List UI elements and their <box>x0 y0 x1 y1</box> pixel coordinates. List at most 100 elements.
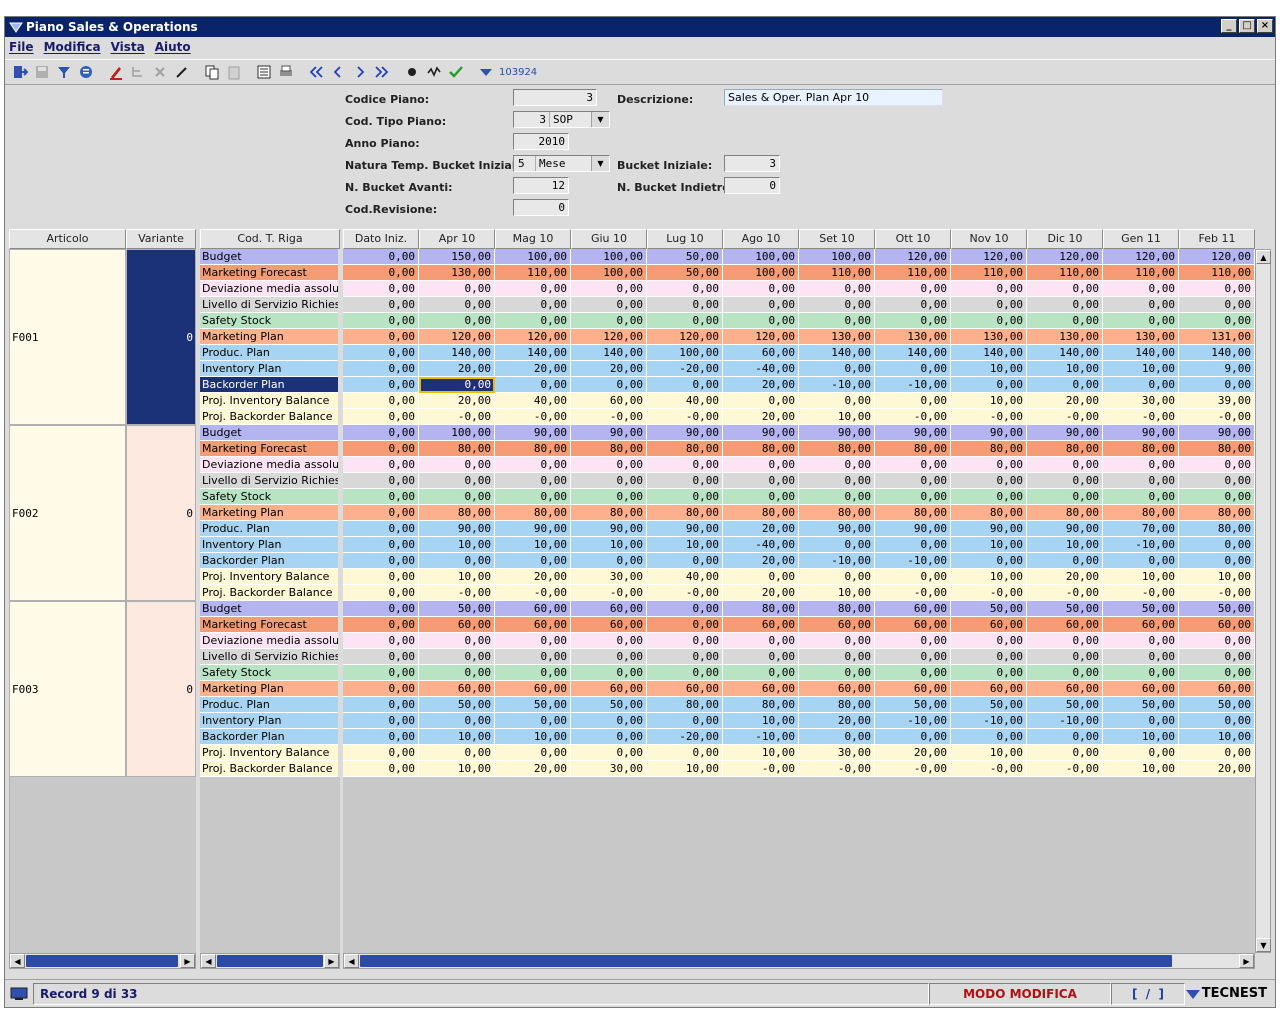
chevron-down-icon[interactable]: ▼ <box>591 156 609 171</box>
table-cell[interactable]: -0,00 <box>647 585 723 601</box>
row-label[interactable]: Deviazione media assoluta <box>200 633 338 649</box>
table-cell[interactable]: 20,00 <box>571 361 647 377</box>
table-cell[interactable]: 90,00 <box>495 425 571 441</box>
table-cell[interactable]: 10,00 <box>723 713 799 729</box>
table-cell[interactable]: 80,00 <box>875 441 951 457</box>
table-cell[interactable]: 0,00 <box>647 665 723 681</box>
table-cell[interactable]: 0,00 <box>1179 281 1255 297</box>
table-cell[interactable]: 0,00 <box>419 313 495 329</box>
table-cell[interactable]: 0,00 <box>571 297 647 313</box>
table-cell[interactable]: 0,00 <box>723 393 799 409</box>
row-label[interactable]: Produc. Plan <box>200 345 338 361</box>
table-cell[interactable]: 0,00 <box>343 681 419 697</box>
table-cell[interactable]: 10,00 <box>951 537 1027 553</box>
table-cell[interactable]: 10,00 <box>1103 569 1179 585</box>
table-cell[interactable]: 0,00 <box>799 361 875 377</box>
table-cell[interactable]: 0,00 <box>1179 649 1255 665</box>
table-cell[interactable]: 80,00 <box>647 441 723 457</box>
table-cell[interactable]: 0,00 <box>343 409 419 425</box>
table-cell[interactable]: 0,00 <box>1103 489 1179 505</box>
table-cell[interactable]: 100,00 <box>723 265 799 281</box>
table-cell[interactable]: 0,00 <box>951 649 1027 665</box>
row-label[interactable]: Produc. Plan <box>200 697 338 713</box>
table-cell[interactable]: 0,00 <box>495 489 571 505</box>
table-cell[interactable]: 60,00 <box>723 345 799 361</box>
table-cell[interactable]: 60,00 <box>875 601 951 617</box>
table-cell[interactable]: 60,00 <box>951 681 1027 697</box>
table-cell[interactable]: 0,00 <box>419 553 495 569</box>
first-record-icon[interactable] <box>305 61 327 83</box>
table-cell[interactable]: 0,00 <box>1027 457 1103 473</box>
scroll-thumb[interactable] <box>26 955 178 967</box>
table-cell[interactable]: 130,00 <box>1027 329 1103 345</box>
table-cell[interactable]: 0,00 <box>343 729 419 745</box>
table-cell[interactable]: 50,00 <box>1103 697 1179 713</box>
table-cell[interactable]: 0,00 <box>1179 665 1255 681</box>
table-cell[interactable]: 120,00 <box>875 249 951 265</box>
table-cell[interactable]: 0,00 <box>647 601 723 617</box>
table-cell[interactable]: 0,00 <box>723 457 799 473</box>
table-cell[interactable]: 0,00 <box>951 489 1027 505</box>
table-cell[interactable]: 10,00 <box>951 393 1027 409</box>
table-cell[interactable]: 40,00 <box>647 393 723 409</box>
table-cell[interactable]: 80,00 <box>419 441 495 457</box>
table-cell[interactable]: 60,00 <box>571 393 647 409</box>
row-label[interactable]: Proj. Backorder Balance <box>200 409 338 425</box>
table-cell[interactable]: 0,00 <box>1027 473 1103 489</box>
table-cell[interactable]: 0,00 <box>343 745 419 761</box>
table-cell[interactable]: 0,00 <box>875 537 951 553</box>
table-cell[interactable]: 0,00 <box>495 553 571 569</box>
table-cell[interactable]: 0,00 <box>723 313 799 329</box>
row-label[interactable]: Deviazione media assoluta <box>200 457 338 473</box>
table-cell[interactable]: 10,00 <box>951 361 1027 377</box>
table-cell[interactable]: 0,00 <box>343 249 419 265</box>
table-cell[interactable]: -0,00 <box>647 409 723 425</box>
table-cell[interactable]: 90,00 <box>875 425 951 441</box>
table-cell[interactable]: 0,00 <box>799 569 875 585</box>
table-cell[interactable]: 0,00 <box>571 553 647 569</box>
row-label[interactable]: Inventory Plan <box>200 537 338 553</box>
table-cell[interactable]: 80,00 <box>1027 441 1103 457</box>
table-cell[interactable]: 10,00 <box>419 537 495 553</box>
table-cell[interactable]: 0,00 <box>647 473 723 489</box>
table-cell[interactable]: 60,00 <box>723 617 799 633</box>
confirm-check-icon[interactable] <box>445 61 467 83</box>
table-cell[interactable]: 0,00 <box>951 729 1027 745</box>
table-cell[interactable]: 80,00 <box>1103 441 1179 457</box>
table-cell[interactable]: 0,00 <box>951 633 1027 649</box>
table-cell[interactable]: 110,00 <box>799 265 875 281</box>
table-cell[interactable]: 0,00 <box>1179 473 1255 489</box>
table-cell[interactable]: 90,00 <box>1027 425 1103 441</box>
tools-icon[interactable] <box>401 61 423 83</box>
table-cell[interactable]: 0,00 <box>951 553 1027 569</box>
table-cell[interactable]: 50,00 <box>495 697 571 713</box>
table-cell[interactable]: 90,00 <box>799 521 875 537</box>
menu-vista[interactable]: Vista <box>111 40 145 54</box>
table-cell[interactable]: 30,00 <box>571 761 647 777</box>
table-cell[interactable]: 0,00 <box>495 457 571 473</box>
table-cell[interactable]: 100,00 <box>495 249 571 265</box>
table-cell[interactable]: 140,00 <box>1179 345 1255 361</box>
column-header[interactable]: Set 10 <box>799 229 875 249</box>
table-cell[interactable]: 80,00 <box>647 697 723 713</box>
column-header[interactable]: Ago 10 <box>723 229 799 249</box>
table-cell[interactable]: 140,00 <box>419 345 495 361</box>
table-cell[interactable]: 110,00 <box>1179 265 1255 281</box>
table-cell[interactable]: 100,00 <box>723 249 799 265</box>
table-cell[interactable]: -0,00 <box>1027 409 1103 425</box>
scroll-right-icon[interactable]: ▶ <box>324 954 339 968</box>
table-cell[interactable]: 0,00 <box>419 297 495 313</box>
table-cell[interactable]: 20,00 <box>723 521 799 537</box>
articolo-cell[interactable]: F001 <box>9 249 126 425</box>
table-cell[interactable]: 20,00 <box>723 409 799 425</box>
table-cell[interactable]: 50,00 <box>1179 697 1255 713</box>
table-cell[interactable]: 110,00 <box>951 265 1027 281</box>
data-hscrollbar[interactable]: ◀ ▶ <box>343 953 1255 969</box>
table-cell[interactable]: 120,00 <box>495 329 571 345</box>
table-cell[interactable]: 0,00 <box>495 377 571 393</box>
last-record-icon[interactable] <box>371 61 393 83</box>
table-cell[interactable]: 0,00 <box>875 393 951 409</box>
variante-cell[interactable]: 0 <box>126 425 196 601</box>
table-cell[interactable]: 100,00 <box>647 345 723 361</box>
row-label[interactable]: Marketing Forecast <box>200 441 338 457</box>
